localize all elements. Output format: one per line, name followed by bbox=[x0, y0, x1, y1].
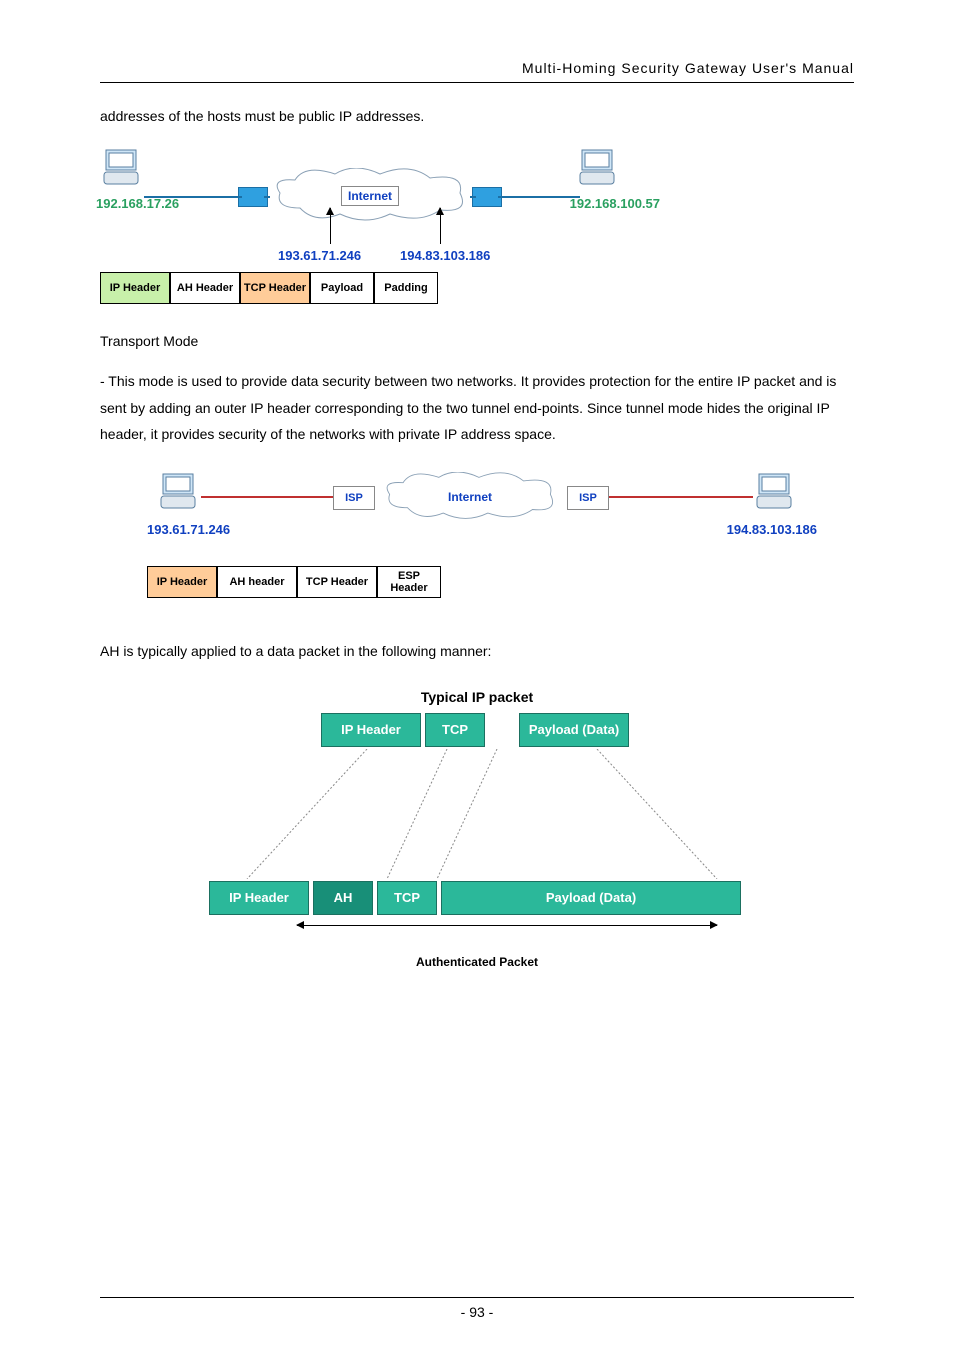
packet-cell: Payload bbox=[310, 272, 374, 304]
pkt-ip-header: IP Header bbox=[209, 881, 309, 915]
arrow-up bbox=[330, 208, 331, 244]
ip-right: 192.168.100.57 bbox=[570, 196, 660, 211]
link-line bbox=[144, 196, 239, 198]
packet-cell: IP Header bbox=[147, 566, 217, 598]
computer-icon bbox=[576, 148, 620, 192]
host-right bbox=[753, 472, 797, 516]
ah-intro-line: AH is typically applied to a data packet… bbox=[100, 638, 854, 665]
ah-top-row: IP Header TCP Payload (Data) bbox=[197, 713, 757, 747]
cloud-label: Internet bbox=[341, 186, 399, 206]
ah-bottom-row: IP Header AH TCP Payload (Data) bbox=[197, 881, 757, 915]
packet-cell: TCP Header bbox=[297, 566, 377, 598]
wan-link bbox=[201, 496, 333, 498]
auth-range bbox=[197, 923, 757, 945]
host-left bbox=[100, 148, 144, 192]
ip-left: 193.61.71.246 bbox=[147, 522, 230, 537]
pkt-tcp: TCP bbox=[425, 713, 485, 747]
page-number: - 93 - bbox=[461, 1304, 494, 1320]
packet-cell: AH header bbox=[217, 566, 297, 598]
computer-icon bbox=[100, 148, 144, 192]
host-right bbox=[576, 148, 620, 192]
pkt-ip-header: IP Header bbox=[321, 713, 421, 747]
auth-range-line bbox=[297, 925, 717, 926]
page-footer: - 93 - bbox=[100, 1297, 854, 1320]
computer-icon bbox=[753, 472, 797, 516]
pkt-payload: Payload (Data) bbox=[519, 713, 629, 747]
packet-row-2: IP HeaderAH headerTCP HeaderESP Header bbox=[147, 566, 807, 598]
transport-heading: Transport Mode bbox=[100, 328, 854, 355]
isp-right: ISP bbox=[567, 486, 609, 510]
router-ip-right: 194.83.103.186 bbox=[400, 248, 490, 263]
router-icon bbox=[238, 187, 268, 207]
packet-cell: ESP Header bbox=[377, 566, 441, 598]
router-ip-left: 193.61.71.246 bbox=[278, 248, 361, 263]
auth-range-label: Authenticated Packet bbox=[197, 945, 757, 969]
link-line bbox=[500, 196, 580, 198]
page-header: Multi-Homing Security Gateway User's Man… bbox=[100, 60, 854, 83]
packet-cell: AH Header bbox=[170, 272, 240, 304]
router-icon bbox=[472, 187, 502, 207]
internet-cloud: Internet bbox=[373, 472, 567, 522]
intro-line: addresses of the hosts must be public IP… bbox=[100, 103, 854, 130]
transport-para: - This mode is used to provide data secu… bbox=[100, 368, 854, 448]
wan-link bbox=[607, 496, 753, 498]
packet-cell: TCP Header bbox=[240, 272, 310, 304]
packet-cell: Padding bbox=[374, 272, 438, 304]
transport-mode-diagram: 193.61.71.246 194.83.103.186 ISP ISP Int… bbox=[147, 472, 807, 598]
ip-right: 194.83.103.186 bbox=[727, 522, 817, 537]
arrow-up bbox=[440, 208, 441, 244]
pkt-tcp: TCP bbox=[377, 881, 437, 915]
ip-left: 192.168.17.26 bbox=[96, 196, 179, 211]
packet-row-1: IP HeaderAH HeaderTCP HeaderPayloadPaddi… bbox=[100, 272, 640, 304]
isp-left: ISP bbox=[333, 486, 375, 510]
pkt-ah: AH bbox=[313, 881, 373, 915]
computer-icon bbox=[157, 472, 201, 516]
cloud-label: Internet bbox=[448, 490, 492, 504]
fanout-lines bbox=[197, 749, 757, 879]
packet-cell: IP Header bbox=[100, 272, 170, 304]
tunnel-mode-diagram: 192.168.17.26 192.168.100.57 bbox=[100, 148, 640, 304]
host-left bbox=[157, 472, 201, 516]
ah-diagram-caption: Typical IP packet bbox=[197, 689, 757, 705]
ah-packet-diagram: Typical IP packet IP Header TCP Payload … bbox=[197, 689, 757, 969]
pkt-payload: Payload (Data) bbox=[441, 881, 741, 915]
